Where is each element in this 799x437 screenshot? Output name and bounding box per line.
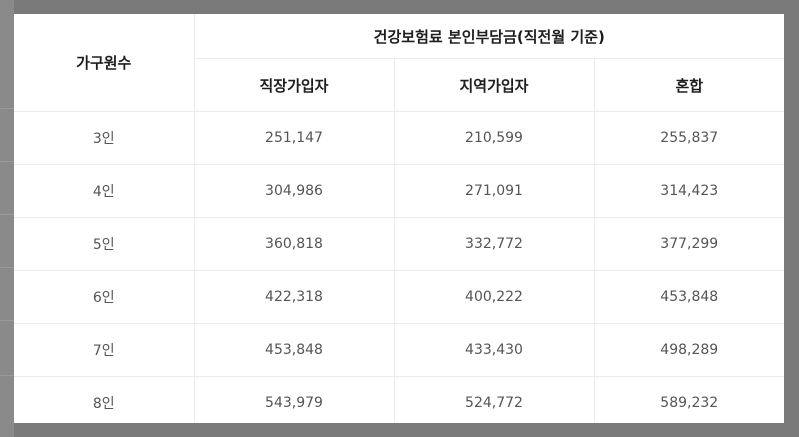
cell-workplace: 543,979 bbox=[194, 376, 395, 423]
header-mixed: 혼합 bbox=[594, 58, 784, 112]
table-row: 4인 304,986 271,091 314,423 bbox=[14, 164, 784, 218]
table-row: 7인 453,848 433,430 498,289 bbox=[14, 323, 784, 377]
cell-household: 5인 bbox=[14, 217, 195, 271]
cell-regional: 433,430 bbox=[394, 323, 595, 377]
cell-mixed: 314,423 bbox=[594, 164, 784, 218]
cell-mixed: 453,848 bbox=[594, 270, 784, 324]
cell-household: 7인 bbox=[14, 323, 195, 377]
cell-workplace: 453,848 bbox=[194, 323, 395, 377]
table-row: 5인 360,818 332,772 377,299 bbox=[14, 217, 784, 271]
header-premium-group: 건강보험료 본인부담금(직전월 기준) bbox=[194, 14, 784, 59]
cell-regional: 210,599 bbox=[394, 111, 595, 165]
cell-household: 3인 bbox=[14, 111, 195, 165]
insurance-table-card: 가구원수 건강보험료 본인부담금(직전월 기준) 직장가입자 지역가입자 혼합 … bbox=[14, 14, 784, 423]
cell-household: 4인 bbox=[14, 164, 195, 218]
insurance-premium-table: 가구원수 건강보험료 본인부담금(직전월 기준) 직장가입자 지역가입자 혼합 … bbox=[14, 14, 784, 423]
header-household-size: 가구원수 bbox=[14, 14, 195, 112]
cell-workplace: 422,318 bbox=[194, 270, 395, 324]
cell-regional: 332,772 bbox=[394, 217, 595, 271]
cell-regional: 400,222 bbox=[394, 270, 595, 324]
cell-mixed: 255,837 bbox=[594, 111, 784, 165]
header-workplace: 직장가입자 bbox=[194, 58, 395, 112]
cell-workplace: 304,986 bbox=[194, 164, 395, 218]
cell-household: 8인 bbox=[14, 376, 195, 423]
cell-household: 6인 bbox=[14, 270, 195, 324]
cell-mixed: 498,289 bbox=[594, 323, 784, 377]
cell-mixed: 589,232 bbox=[594, 376, 784, 423]
table-row: 6인 422,318 400,222 453,848 bbox=[14, 270, 784, 324]
header-regional: 지역가입자 bbox=[394, 58, 595, 112]
cell-workplace: 251,147 bbox=[194, 111, 395, 165]
cell-workplace: 360,818 bbox=[194, 217, 395, 271]
cell-regional: 524,772 bbox=[394, 376, 595, 423]
background-page-edge bbox=[0, 0, 14, 437]
cell-regional: 271,091 bbox=[394, 164, 595, 218]
table-row: 3인 251,147 210,599 255,837 bbox=[14, 111, 784, 165]
cell-mixed: 377,299 bbox=[594, 217, 784, 271]
table-row: 8인 543,979 524,772 589,232 bbox=[14, 376, 784, 423]
